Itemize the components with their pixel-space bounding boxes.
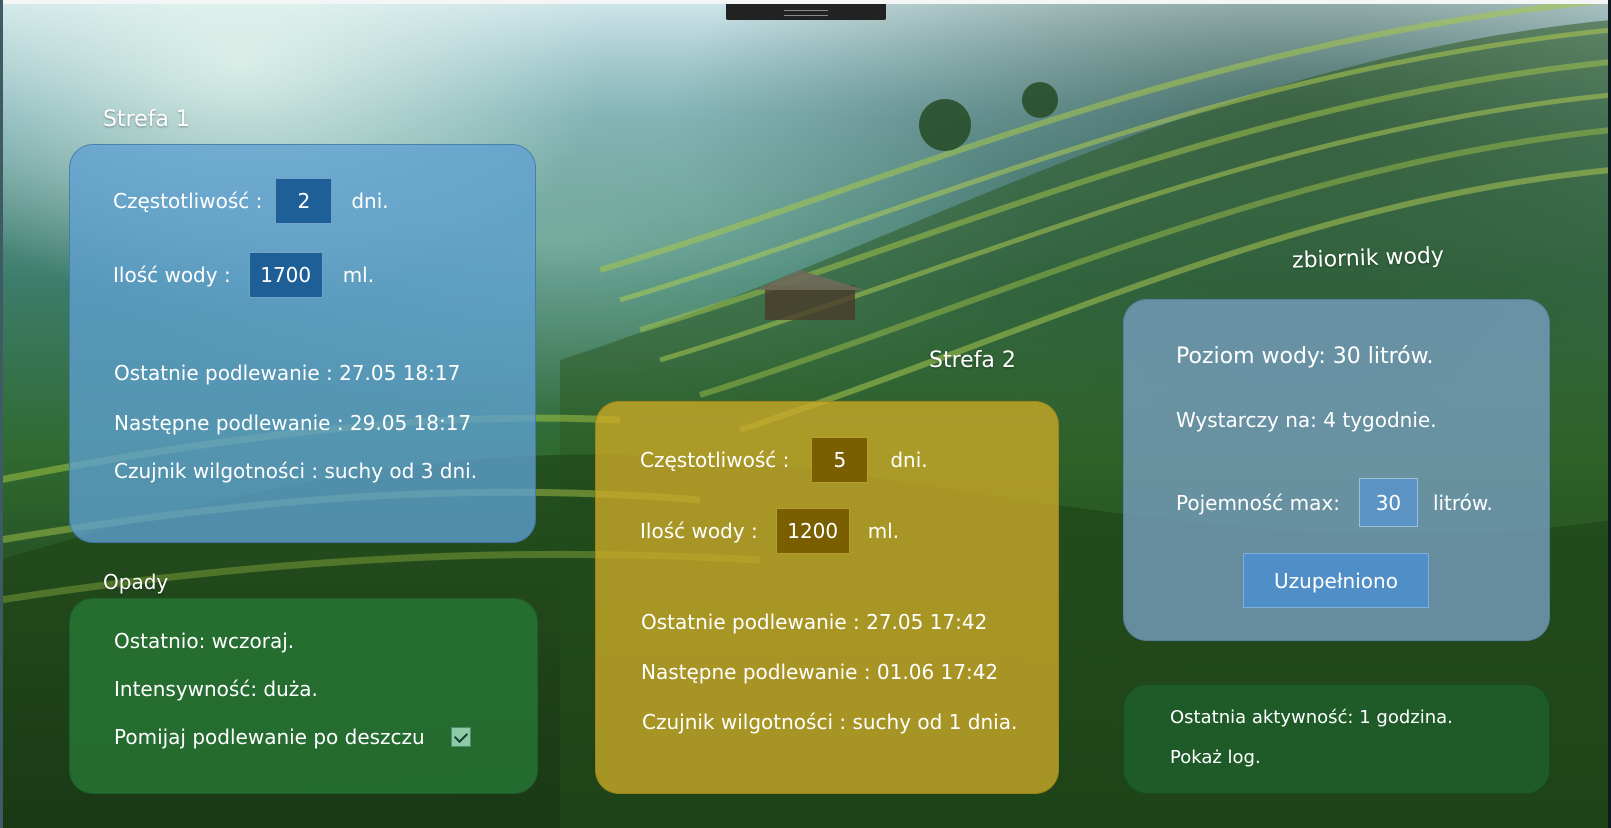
zone2-water-unit: ml. (867, 519, 900, 543)
tank-capacity-row: Pojemność max: 30 litrów. (1176, 478, 1493, 527)
window-left-border (0, 0, 3, 828)
rain-panel: Ostatnio: wczoraj. Intensywność: duża. P… (69, 598, 538, 794)
rain-title: Opady (103, 570, 169, 594)
app-background: Strefa 1 Częstotliwość : 2 dni. Ilość wo… (0, 0, 1611, 828)
rain-skip-row: Pomijaj podlewanie po deszczu (114, 725, 471, 749)
zone1-frequency-unit: dni. (351, 189, 389, 213)
zone2-water-row: Ilość wody : 1200 ml. (640, 508, 899, 554)
show-log-link[interactable]: Pokaż log. (1170, 747, 1261, 768)
drag-handle[interactable] (726, 4, 886, 20)
zone1-water-row: Ilość wody : 1700 ml. (113, 252, 374, 298)
zone1-water-label: Ilość wody : (113, 263, 231, 287)
zone1-panel: Częstotliwość : 2 dni. Ilość wody : 1700… (69, 144, 536, 543)
zone1-last-watering: Ostatnie podlewanie : 27.05 18:17 (114, 361, 461, 385)
tank-panel: Poziom wody: 30 litrów. Wystarczy na: 4 … (1123, 299, 1550, 641)
tank-capacity-label: Pojemność max: (1176, 490, 1340, 515)
zone1-water-unit: ml. (342, 263, 375, 287)
zone1-title: Strefa 1 (103, 107, 190, 132)
activity-panel: Ostatnia aktywność: 1 godzina. Pokaż log… (1123, 684, 1550, 794)
tank-level: Poziom wody: 30 litrów. (1176, 344, 1434, 369)
zone2-frequency-label: Częstotliwość : (640, 448, 790, 472)
rain-skip-checkbox[interactable] (450, 727, 471, 747)
zone1-next-watering: Następne podlewanie : 29.05 18:17 (114, 411, 472, 435)
zone1-frequency-input[interactable]: 2 (275, 178, 333, 224)
last-activity: Ostatnia aktywność: 1 godzina. (1170, 707, 1453, 728)
zone2-humidity-sensor: Czujnik wilgotności : suchy od 1 dnia. (642, 710, 1018, 734)
zone2-water-label: Ilość wody : (640, 519, 758, 543)
zone1-frequency-label: Częstotliwość : (113, 189, 263, 213)
zone1-water-input[interactable]: 1700 (248, 252, 323, 298)
tank-capacity-unit: litrów. (1432, 490, 1493, 515)
zone2-frequency-unit: dni. (890, 448, 928, 472)
rain-skip-label: Pomijaj podlewanie po deszczu (114, 725, 425, 749)
zone2-last-watering: Ostatnie podlewanie : 27.05 17:42 (641, 610, 988, 634)
zone1-frequency-row: Częstotliwość : 2 dni. (113, 178, 389, 224)
zone2-panel: Częstotliwość : 5 dni. Ilość wody : 1200… (595, 401, 1059, 794)
zone2-water-input[interactable]: 1200 (775, 508, 850, 554)
refill-button[interactable]: Uzupełniono (1243, 553, 1429, 608)
rain-last: Ostatnio: wczoraj. (114, 629, 295, 653)
zone2-frequency-row: Częstotliwość : 5 dni. (640, 437, 928, 483)
zone2-next-watering: Następne podlewanie : 01.06 17:42 (641, 660, 999, 684)
zone2-title: Strefa 2 (929, 348, 1016, 373)
tank-title: zbiornik wody (1291, 243, 1445, 274)
zone1-humidity-sensor: Czujnik wilgotności : suchy od 3 dni. (114, 459, 478, 483)
tank-capacity-input[interactable]: 30 (1358, 478, 1418, 527)
zone2-frequency-input[interactable]: 5 (811, 437, 869, 483)
rain-intensity: Intensywność: duża. (114, 677, 318, 701)
tank-enough-for: Wystarczy na: 4 tygodnie. (1176, 408, 1437, 432)
